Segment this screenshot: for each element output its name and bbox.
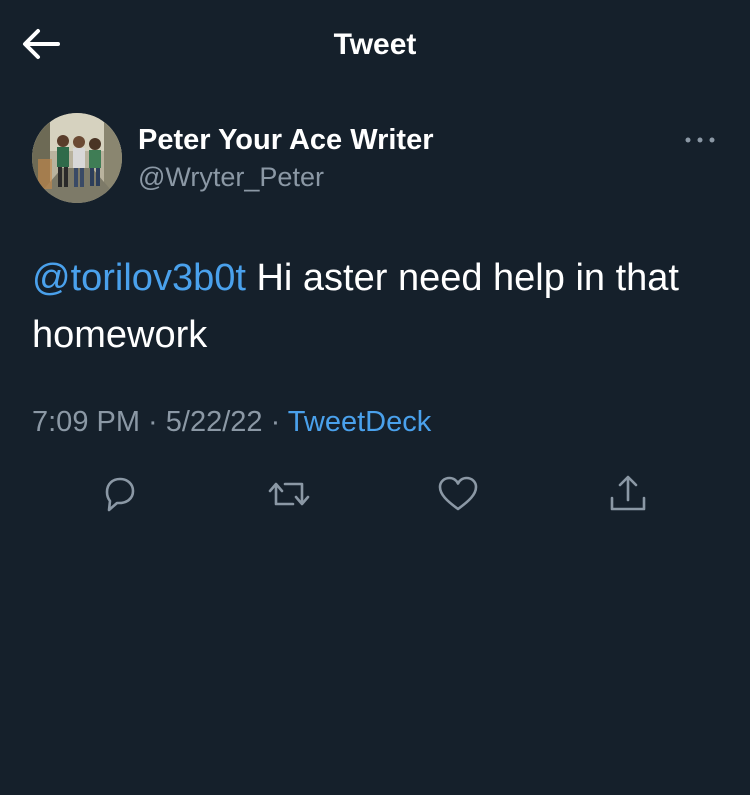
heart-icon: [438, 476, 478, 511]
more-options-button[interactable]: [682, 128, 718, 152]
tweet-time: 7:09 PM: [32, 406, 140, 438]
tweet-source-link[interactable]: TweetDeck: [288, 406, 431, 438]
retweet-icon: [268, 482, 310, 506]
reply-button[interactable]: [94, 470, 144, 518]
tweet-text: @torilov3b0t Hi aster need help in that …: [32, 250, 712, 364]
avatar[interactable]: [32, 113, 122, 203]
tweet-meta: 7:09 PM · 5/22/22 · TweetDeck: [32, 406, 431, 439]
avatar-photo: [32, 113, 122, 203]
reply-icon: [105, 477, 135, 512]
retweet-button[interactable]: [264, 470, 314, 518]
tweet-date: 5/22/22: [165, 406, 263, 438]
author-handle[interactable]: @Wryter_Peter: [138, 162, 324, 193]
author-name[interactable]: Peter Your Ace Writer: [138, 124, 433, 157]
more-horizontal-icon: [685, 137, 715, 143]
meta-separator: ·: [140, 406, 166, 438]
top-bar: Tweet: [0, 0, 750, 90]
share-button[interactable]: [603, 470, 653, 518]
action-bar: [0, 470, 750, 520]
share-icon: [610, 475, 646, 511]
meta-separator: ·: [262, 406, 288, 438]
mention-link[interactable]: @torilov3b0t: [32, 257, 246, 299]
page-title: Tweet: [333, 28, 417, 61]
like-button[interactable]: [433, 470, 483, 518]
